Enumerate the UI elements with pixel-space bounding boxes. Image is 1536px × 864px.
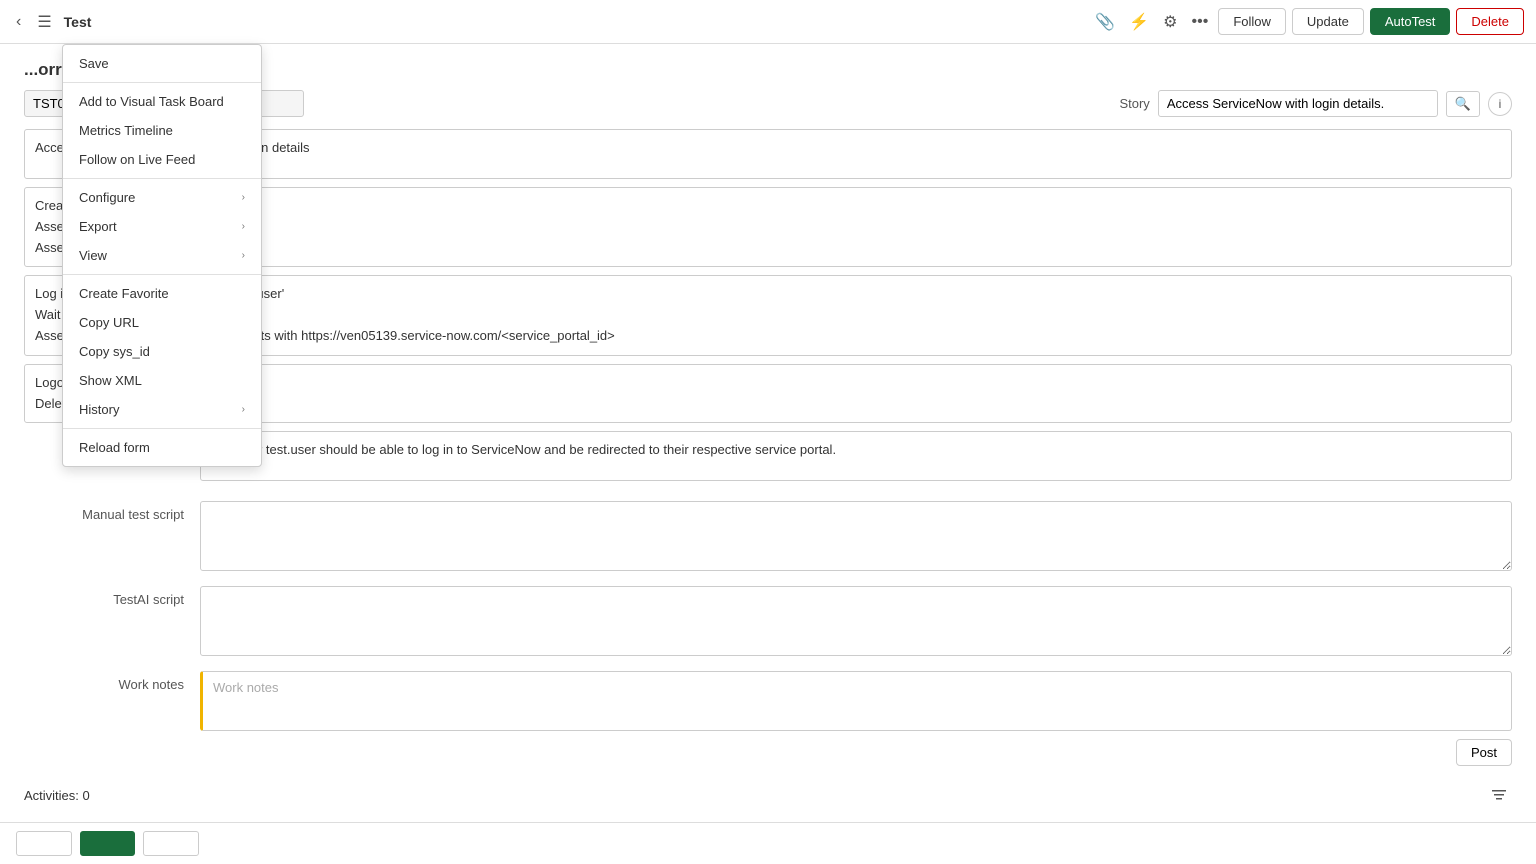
story-label: Story bbox=[1119, 96, 1149, 111]
page-title-bar: Test bbox=[64, 14, 92, 30]
follow-button[interactable]: Follow bbox=[1218, 8, 1286, 35]
menu-item-export[interactable]: Export › bbox=[63, 212, 261, 241]
update-button[interactable]: Update bbox=[1292, 8, 1364, 35]
menu-item-copy-url[interactable]: Copy URL bbox=[63, 308, 261, 337]
menu-separator-4 bbox=[63, 428, 261, 429]
story-search-button[interactable]: 🔍 bbox=[1446, 91, 1480, 117]
chevron-right-icon: › bbox=[242, 250, 245, 261]
top-bar-left: ‹ ☰ Test bbox=[12, 8, 1083, 36]
manual-test-script-label: Manual test script bbox=[24, 501, 184, 522]
work-notes-area[interactable]: Work notes bbox=[200, 671, 1512, 731]
menu-item-add-visual[interactable]: Add to Visual Task Board bbox=[63, 87, 261, 116]
testai-script-row: TestAI script bbox=[24, 586, 1512, 659]
work-notes-label: Work notes bbox=[24, 671, 184, 692]
delete-button[interactable]: Delete bbox=[1456, 8, 1524, 35]
menu-item-configure[interactable]: Configure › bbox=[63, 183, 261, 212]
story-section: Story 🔍 i bbox=[1119, 90, 1512, 117]
menu-separator-1 bbox=[63, 82, 261, 83]
menu-separator-2 bbox=[63, 178, 261, 179]
menu-item-view[interactable]: View › bbox=[63, 241, 261, 270]
expected-result-area: The user test.user should be able to log… bbox=[200, 431, 1512, 481]
menu-item-copy-sysid[interactable]: Copy sys_id bbox=[63, 337, 261, 366]
chevron-right-icon: › bbox=[242, 192, 245, 203]
story-input[interactable] bbox=[1158, 90, 1438, 117]
attachment-icon[interactable]: 📎 bbox=[1091, 8, 1119, 36]
manual-test-script-field bbox=[200, 501, 1512, 574]
work-notes-field: Work notes Post bbox=[200, 671, 1512, 766]
menu-item-reload[interactable]: Reload form bbox=[63, 433, 261, 462]
work-notes-row: Work notes Work notes Post bbox=[24, 671, 1512, 766]
menu-separator-3 bbox=[63, 274, 261, 275]
hamburger-menu-button[interactable]: ☰ bbox=[33, 8, 55, 36]
menu-item-create-favorite[interactable]: Create Favorite bbox=[63, 279, 261, 308]
menu-item-history[interactable]: History › bbox=[63, 395, 261, 424]
back-button[interactable]: ‹ bbox=[12, 9, 25, 35]
activities-count: Activities: 0 bbox=[24, 788, 90, 803]
menu-item-save[interactable]: Save bbox=[63, 49, 261, 78]
settings-icon[interactable]: ⚙ bbox=[1159, 8, 1181, 36]
autotest-button[interactable]: AutoTest bbox=[1370, 8, 1451, 35]
expected-result-field: The user test.user should be able to log… bbox=[200, 431, 1512, 489]
work-notes-placeholder: Work notes bbox=[213, 680, 279, 695]
content-area: Save Add to Visual Task Board Metrics Ti… bbox=[0, 44, 1536, 864]
bottom-btn-3[interactable] bbox=[143, 831, 199, 856]
more-options-icon[interactable]: ••• bbox=[1188, 9, 1213, 35]
testai-script-label: TestAI script bbox=[24, 586, 184, 607]
menu-item-follow-live[interactable]: Follow on Live Feed bbox=[63, 145, 261, 174]
bottom-bar bbox=[0, 822, 1536, 864]
testai-script-textarea[interactable] bbox=[200, 586, 1512, 656]
top-bar: ‹ ☰ Test 📎 ⚡ ⚙ ••• Follow Update AutoTes… bbox=[0, 0, 1536, 44]
post-button[interactable]: Post bbox=[1456, 739, 1512, 766]
chevron-right-icon: › bbox=[242, 404, 245, 415]
activities-header: Activities: 0 bbox=[24, 782, 1512, 808]
chevron-right-icon: › bbox=[242, 221, 245, 232]
menu-item-metrics[interactable]: Metrics Timeline bbox=[63, 116, 261, 145]
filter-icon[interactable] bbox=[1486, 782, 1512, 808]
manual-test-script-row: Manual test script bbox=[24, 501, 1512, 574]
bottom-btn-1[interactable] bbox=[16, 831, 72, 856]
lightning-icon[interactable]: ⚡ bbox=[1125, 8, 1153, 36]
post-row: Post bbox=[200, 739, 1512, 766]
bottom-btn-2[interactable] bbox=[80, 831, 136, 856]
top-bar-right: 📎 ⚡ ⚙ ••• Follow Update AutoTest Delete bbox=[1091, 8, 1524, 36]
story-info-button[interactable]: i bbox=[1488, 92, 1512, 116]
menu-item-show-xml[interactable]: Show XML bbox=[63, 366, 261, 395]
dropdown-menu: Save Add to Visual Task Board Metrics Ti… bbox=[62, 44, 262, 467]
manual-test-script-textarea[interactable] bbox=[200, 501, 1512, 571]
testai-script-field bbox=[200, 586, 1512, 659]
